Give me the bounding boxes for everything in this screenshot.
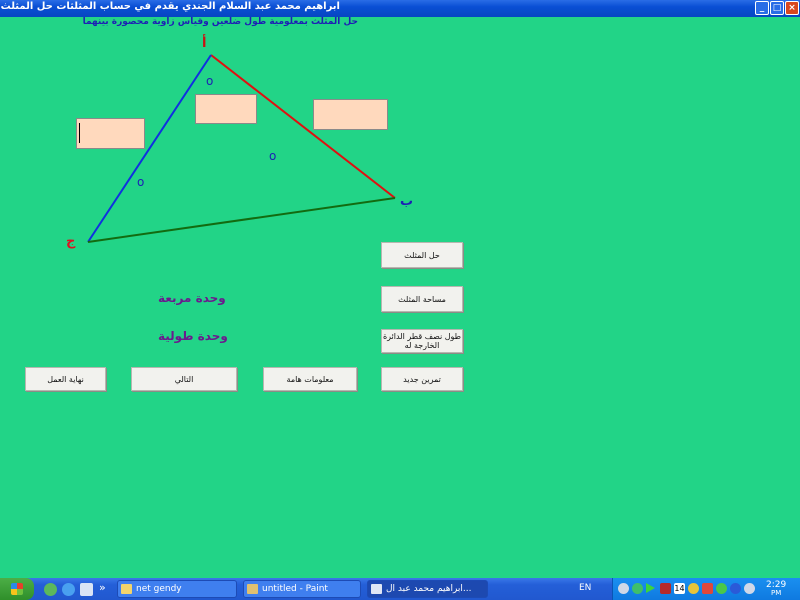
angle-a-input[interactable] — [195, 94, 257, 124]
new-exercise-button[interactable]: تمرين جديد — [381, 367, 463, 391]
next-button[interactable]: التالي — [131, 367, 237, 391]
circumradius-button[interactable]: طول نصف قطر الدائرة الخارجة له — [381, 329, 463, 353]
start-button[interactable] — [0, 578, 34, 600]
angle-mark-b: o — [269, 149, 277, 163]
task-label: ابراهيم محمد عبد ال... — [386, 584, 472, 594]
task-net-gendy[interactable]: net gendy — [117, 580, 237, 598]
clock[interactable]: 2:29 PM — [766, 580, 787, 598]
side-bc — [87, 197, 396, 243]
folder-icon — [121, 584, 132, 594]
language-indicator[interactable]: EN — [579, 583, 591, 593]
taskbar: » net gendy untitled - Paint ابراهيم محم… — [0, 578, 800, 600]
bluetooth-icon[interactable] — [730, 583, 741, 594]
volume-icon[interactable] — [660, 583, 671, 594]
angle-mark-a: o — [206, 74, 214, 88]
clock-time: 2:29 — [766, 580, 787, 590]
side-ac-input[interactable] — [76, 118, 145, 149]
end-work-button[interactable]: نهاية العمل — [25, 367, 106, 391]
antivirus-icon[interactable] — [632, 583, 643, 594]
triangle-area-button[interactable]: مساحة المثلث — [381, 286, 463, 312]
important-info-button[interactable]: معلومات هامة — [263, 367, 357, 391]
task-paint[interactable]: untitled - Paint — [243, 580, 361, 598]
task-label: net gendy — [136, 584, 182, 594]
vertex-c-label: ج — [66, 234, 76, 249]
browser-quicklaunch-icon[interactable] — [44, 583, 57, 596]
square-unit-label: وحدة مربعة — [158, 291, 226, 305]
media-quicklaunch-icon[interactable] — [80, 583, 93, 596]
update-icon[interactable] — [688, 583, 699, 594]
paint-icon — [247, 584, 258, 594]
media-play-icon[interactable] — [646, 583, 655, 593]
network-icon[interactable] — [618, 583, 629, 594]
sound-icon[interactable] — [744, 583, 755, 594]
task-triangle-app[interactable]: ابراهيم محمد عبد ال... — [367, 580, 488, 598]
calendar-badge-icon[interactable]: 14 — [674, 583, 685, 594]
length-unit-label: وحدة طولية — [158, 329, 228, 343]
clock-ampm: PM — [770, 589, 782, 597]
angle-mark-c: o — [137, 175, 145, 189]
quicklaunch-overflow-icon[interactable]: » — [99, 581, 106, 594]
internet-explorer-icon[interactable] — [62, 583, 75, 596]
windows-logo-icon — [11, 583, 23, 595]
messenger-icon[interactable] — [716, 583, 727, 594]
security-icon[interactable] — [702, 583, 713, 594]
application-icon — [371, 584, 382, 594]
side-ab-input[interactable] — [313, 99, 388, 130]
vertex-a-label: أ — [202, 36, 207, 51]
task-label: untitled - Paint — [262, 584, 328, 594]
vertex-b-label: ب — [400, 194, 414, 209]
solve-triangle-button[interactable]: حل المثلث — [381, 242, 463, 268]
